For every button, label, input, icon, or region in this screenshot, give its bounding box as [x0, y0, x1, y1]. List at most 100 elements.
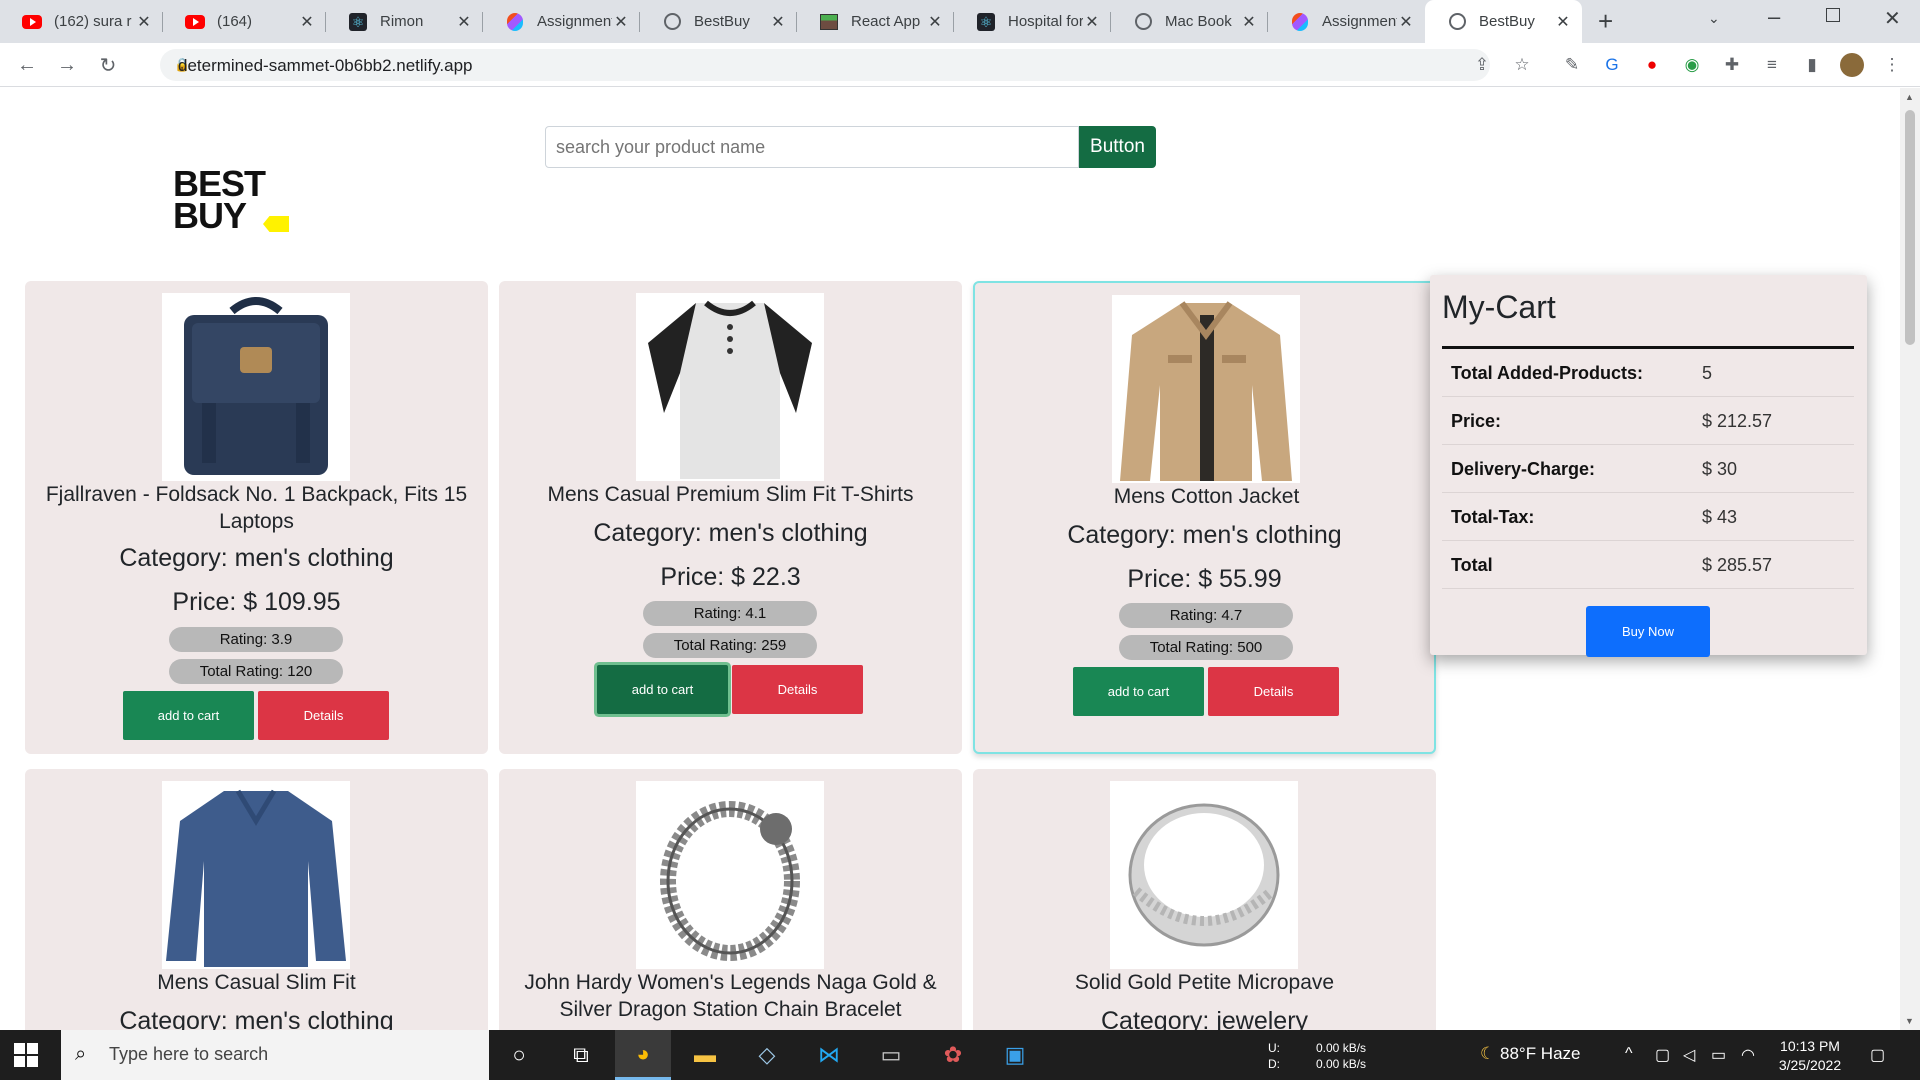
- browser-tab[interactable]: Mac Book ✕: [1111, 0, 1268, 43]
- eyedropper-icon[interactable]: ✎: [1560, 53, 1584, 77]
- windows-start-icon[interactable]: [14, 1043, 38, 1067]
- react-icon: ⚛: [976, 12, 996, 32]
- extensions-puzzle-icon[interactable]: ✚: [1720, 53, 1744, 77]
- address-bar[interactable]: 🔒 determined-sammet-0b6bb2.netlify.app: [160, 49, 1490, 81]
- browser-tab[interactable]: (164) ✕: [163, 0, 326, 43]
- new-tab-icon[interactable]: +: [1598, 6, 1613, 37]
- vscode-icon[interactable]: ⋈: [801, 1030, 857, 1080]
- youtube-icon: [185, 12, 205, 32]
- close-icon[interactable]: ✕: [298, 12, 316, 32]
- translate-icon[interactable]: G: [1600, 53, 1624, 77]
- browser-tab[interactable]: (162) sura r ✕: [0, 0, 163, 43]
- product-name: Mens Casual Premium Slim Fit T-Shirts: [547, 483, 914, 506]
- details-button[interactable]: Details: [1208, 667, 1339, 716]
- add-to-cart-button[interactable]: add to cart: [1073, 667, 1204, 716]
- tab-search-icon[interactable]: ⌄: [1708, 10, 1720, 27]
- browser-tab[interactable]: Assignment ✕: [483, 0, 640, 43]
- close-icon[interactable]: ✕: [1554, 12, 1572, 32]
- cart-title: My-Cart: [1442, 289, 1556, 325]
- browser-tab[interactable]: ⚛ Hospital for ✕: [954, 0, 1111, 43]
- search-input[interactable]: [545, 126, 1079, 168]
- taskbar-clock[interactable]: 10:13 PM 3/25/2022: [1775, 1037, 1845, 1075]
- menu-kebab-icon[interactable]: ⋮: [1880, 53, 1904, 77]
- notepad-icon[interactable]: ◇: [739, 1030, 795, 1080]
- product-name: Fjallraven - Foldsack No. 1 Backpack, Fi…: [45, 483, 468, 533]
- product-card: Mens Casual Premium Slim Fit T-Shirts Ca…: [499, 281, 962, 754]
- notifications-icon[interactable]: ▢: [1870, 1045, 1885, 1065]
- side-panel-icon[interactable]: ▮: [1800, 53, 1824, 77]
- cart-row-value: $ 285.57: [1702, 555, 1773, 575]
- add-to-cart-button[interactable]: add to cart: [123, 691, 254, 740]
- details-button[interactable]: Details: [732, 665, 863, 714]
- scroll-up-icon[interactable]: ▲: [1905, 92, 1914, 102]
- total-rating-badge: Total Rating: 120: [169, 659, 343, 684]
- close-icon[interactable]: ✕: [1397, 12, 1415, 32]
- tray-overflow-icon[interactable]: ^: [1625, 1045, 1633, 1063]
- tab-title: React App: [851, 13, 921, 30]
- close-icon[interactable]: ✕: [135, 12, 153, 32]
- browser-tab-active[interactable]: BestBuy ✕: [1425, 0, 1582, 43]
- net-up-label: U:: [1268, 1041, 1280, 1055]
- browser-tab[interactable]: React App ✕: [797, 0, 954, 43]
- search-button[interactable]: Button: [1079, 126, 1156, 168]
- meet-icon[interactable]: ▢: [1655, 1045, 1670, 1065]
- product-category: Category: men's clothing: [119, 544, 394, 572]
- windows-taskbar: ⌕ Type here to search ○ ⧉ ◕ ▬ ◇ ⋈ ▭ ✿ ▣ …: [0, 1030, 1920, 1080]
- close-icon[interactable]: ✕: [612, 12, 630, 32]
- net-down-value: 0.00 kB/s: [1316, 1057, 1367, 1071]
- browser-tab[interactable]: ⚛ Rimon ✕: [326, 0, 483, 43]
- close-icon[interactable]: ✕: [1083, 12, 1101, 32]
- browser-tab[interactable]: Assignment ✕: [1268, 0, 1425, 43]
- tab-title: Hospital for: [1008, 13, 1083, 30]
- reload-icon[interactable]: ↻: [95, 52, 121, 78]
- chrome-icon[interactable]: ◕: [615, 1030, 671, 1080]
- wifi-icon[interactable]: ◠: [1741, 1045, 1755, 1065]
- media-control-icon[interactable]: ≡: [1760, 53, 1784, 77]
- scroll-down-icon[interactable]: ▼: [1905, 1016, 1914, 1026]
- task-view-icon[interactable]: ⧉: [553, 1030, 609, 1080]
- cart-row-label: Total: [1451, 555, 1493, 575]
- details-button[interactable]: Details: [258, 691, 389, 740]
- share-icon[interactable]: ⇪: [1470, 53, 1494, 77]
- browser-tab[interactable]: BestBuy ✕: [640, 0, 797, 43]
- scrollbar-thumb[interactable]: [1905, 110, 1915, 345]
- page-scrollbar[interactable]: ▲ ▼: [1900, 88, 1920, 1030]
- weather-widget[interactable]: ☾ 88°F Haze: [1480, 1044, 1581, 1064]
- close-icon[interactable]: ✕: [1240, 12, 1258, 32]
- photos-icon[interactable]: ▣: [987, 1030, 1043, 1080]
- product-image-backpack: [162, 293, 350, 481]
- logo-line-2: BUY: [173, 195, 247, 236]
- battery-icon[interactable]: ▭: [1711, 1045, 1726, 1065]
- minimize-icon[interactable]: –: [1768, 4, 1780, 30]
- add-to-cart-button[interactable]: add to cart: [597, 665, 728, 714]
- taskbar-search-box[interactable]: ⌕ Type here to search: [61, 1030, 489, 1080]
- close-icon[interactable]: ✕: [769, 12, 787, 32]
- product-image-jacket: [1112, 295, 1300, 483]
- close-icon[interactable]: ✕: [455, 12, 473, 32]
- file-explorer-icon[interactable]: ▬: [677, 1030, 733, 1080]
- restore-icon[interactable]: [1826, 8, 1840, 22]
- terminal-icon[interactable]: ▭: [863, 1030, 919, 1080]
- profile-avatar[interactable]: [1840, 53, 1864, 77]
- back-icon[interactable]: ←: [14, 52, 40, 78]
- bookmark-star-icon[interactable]: ☆: [1510, 53, 1534, 77]
- paint-icon[interactable]: ✿: [925, 1030, 981, 1080]
- extension-globe-icon[interactable]: ◉: [1680, 53, 1704, 77]
- cart-row: Total-Tax: $ 43: [1442, 493, 1854, 541]
- forward-icon[interactable]: →: [54, 52, 80, 78]
- cart-row-value: $ 30: [1702, 459, 1738, 479]
- window-close-icon[interactable]: ✕: [1884, 6, 1901, 31]
- react-icon: ⚛: [348, 12, 368, 32]
- opera-icon[interactable]: ●: [1640, 53, 1664, 77]
- cart-panel: My-Cart Total Added-Products: 5 Price: $…: [1430, 275, 1867, 657]
- product-name: Mens Cotton Jacket: [1113, 485, 1300, 508]
- product-name: Mens Casual Slim Fit: [157, 971, 356, 994]
- bestbuy-logo[interactable]: BEST BUY: [173, 166, 289, 236]
- cortana-icon[interactable]: ○: [491, 1030, 547, 1080]
- close-icon[interactable]: ✕: [926, 12, 944, 32]
- cart-row-value: 5: [1702, 363, 1713, 383]
- volume-icon[interactable]: ◁: [1683, 1045, 1695, 1065]
- product-image-ring: [1110, 781, 1298, 969]
- product-name: John Hardy Women's Legends Naga Gold & S…: [524, 971, 937, 1021]
- buy-now-button[interactable]: Buy Now: [1586, 606, 1710, 657]
